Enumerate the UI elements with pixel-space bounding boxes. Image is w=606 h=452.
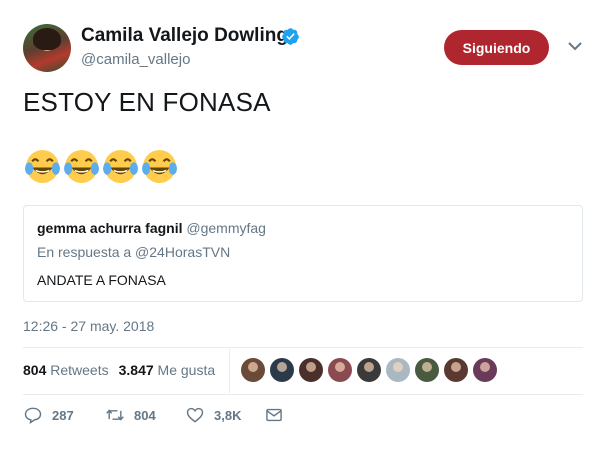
- laughing-tears-emoji-icon: [142, 150, 177, 183]
- following-button[interactable]: Siguiendo: [444, 30, 549, 65]
- laughing-tears-emoji-icon: [103, 150, 138, 183]
- liker-avatar[interactable]: [473, 358, 497, 382]
- laughing-tears-emoji-icon: [25, 150, 60, 183]
- divider: [23, 394, 583, 395]
- likes-stat[interactable]: 3.847 Me gusta: [119, 362, 216, 378]
- tweet-text: ESTOY EN FONASA: [23, 87, 271, 117]
- envelope-icon: [266, 408, 282, 422]
- author-handle[interactable]: @camila_vallejo: [81, 51, 190, 68]
- liker-avatar[interactable]: [357, 358, 381, 382]
- reply-icon: [24, 407, 42, 424]
- like-button[interactable]: 3,8K: [185, 405, 241, 425]
- liker-avatar[interactable]: [415, 358, 439, 382]
- liker-avatar[interactable]: [299, 358, 323, 382]
- author-name[interactable]: Camila Vallejo Dowling: [81, 25, 288, 47]
- likers-avatars: [241, 358, 497, 382]
- quoted-reply-to: En respuesta a @24HorasTVN: [37, 244, 231, 260]
- likes-label: Me gusta: [157, 362, 216, 378]
- tweet-actions: 287 804 3,8K: [23, 405, 323, 427]
- verified-badge-icon: [282, 28, 299, 45]
- retweets-label: Retweets: [50, 362, 109, 378]
- chevron-down-icon[interactable]: [567, 40, 583, 52]
- quoted-text: ANDATE A FONASA: [37, 272, 166, 288]
- quoted-author: gemma achurra fagnil @gemmyfag: [37, 220, 266, 236]
- retweet-button[interactable]: 804: [105, 405, 156, 425]
- laughing-tears-emoji-icon: [64, 150, 99, 183]
- emoji-row: [24, 148, 178, 185]
- retweets-stat[interactable]: 804 Retweets: [23, 362, 109, 378]
- author-avatar[interactable]: [23, 24, 71, 72]
- liker-avatar[interactable]: [270, 358, 294, 382]
- reply-button[interactable]: 287: [23, 405, 74, 425]
- liker-avatar[interactable]: [386, 358, 410, 382]
- quoted-tweet[interactable]: gemma achurra fagnil @gemmyfag En respue…: [23, 205, 583, 302]
- quoted-author-name: gemma achurra fagnil: [37, 220, 183, 236]
- retweets-count: 804: [23, 362, 47, 378]
- liker-avatar[interactable]: [328, 358, 352, 382]
- tweet-timestamp[interactable]: 12:26 - 27 may. 2018: [23, 318, 154, 334]
- stats-separator: [229, 349, 230, 393]
- tweet-stats: 804 Retweets 3.847 Me gusta: [23, 362, 215, 378]
- like-count: 3,8K: [214, 407, 242, 423]
- quoted-author-handle: @gemmyfag: [186, 220, 266, 236]
- direct-message-button[interactable]: [264, 405, 284, 425]
- liker-avatar[interactable]: [444, 358, 468, 382]
- retweet-icon: [106, 409, 124, 421]
- heart-icon: [186, 407, 204, 423]
- retweet-count: 804: [134, 407, 156, 423]
- liker-avatar[interactable]: [241, 358, 265, 382]
- likes-count: 3.847: [118, 362, 154, 378]
- reply-count: 287: [52, 407, 74, 423]
- divider: [23, 347, 583, 348]
